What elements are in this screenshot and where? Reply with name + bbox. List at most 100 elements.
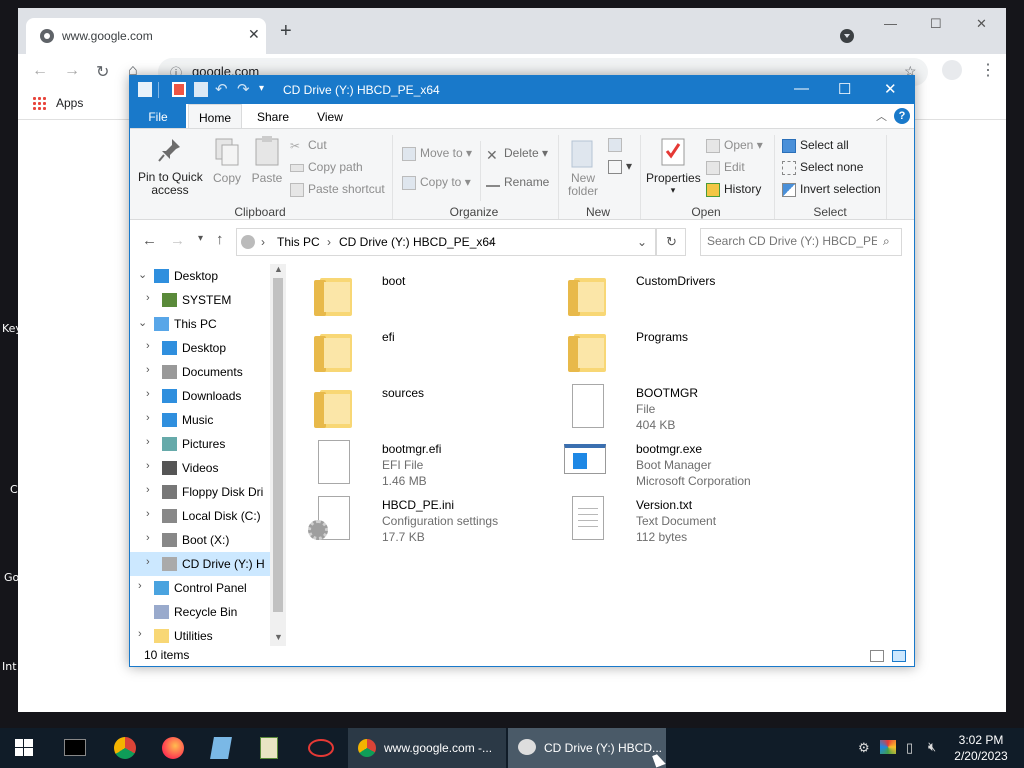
up-icon[interactable]: ↑	[216, 231, 224, 248]
chrome-taskbar-button[interactable]	[100, 728, 148, 768]
desktop-icon-label[interactable]: Go	[4, 571, 19, 584]
explorer-window-task[interactable]: CD Drive (Y:) HBCD...	[508, 728, 666, 768]
chevron-right-icon[interactable]: ›	[146, 532, 150, 544]
chevron-right-icon[interactable]: ›	[146, 292, 150, 304]
edit-button[interactable]: Edit	[706, 160, 745, 175]
file-item[interactable]: efi	[310, 328, 560, 380]
chevron-right-icon[interactable]: ›	[146, 388, 150, 400]
file-item[interactable]: HBCD_PE.ini Configuration settings 17.7 KB	[308, 496, 560, 548]
search-input[interactable]	[707, 234, 877, 248]
select-none-button[interactable]: Select none	[782, 160, 863, 175]
maximize-icon[interactable]: ☐	[930, 16, 942, 32]
breadcrumb-separator[interactable]: ›	[489, 235, 493, 249]
paste-button[interactable]: Paste	[250, 171, 284, 185]
breadcrumb-separator[interactable]: ›	[261, 235, 265, 249]
forward-icon[interactable]: →	[170, 232, 185, 249]
properties-qat-icon[interactable]	[172, 82, 186, 97]
battery-icon[interactable]: ▯	[906, 740, 913, 756]
chrome-tab[interactable]: www.google.com ✕	[26, 18, 266, 54]
chevron-right-icon[interactable]: ›	[146, 436, 150, 448]
nav-tree-item[interactable]: › Music	[130, 408, 270, 432]
history-button[interactable]: History	[706, 182, 761, 197]
file-item[interactable]: bootmgr.exe Boot Manager Microsoft Corpora…	[564, 440, 814, 492]
rename-button[interactable]: Rename	[486, 175, 549, 189]
firefox-taskbar-button[interactable]	[148, 728, 196, 768]
tab-view[interactable]: View	[306, 104, 354, 128]
chevron-right-icon[interactable]: ›	[146, 412, 150, 424]
minimize-icon[interactable]: —	[884, 16, 897, 31]
minimize-icon[interactable]: —	[794, 80, 809, 97]
chevron-right-icon[interactable]: ›	[146, 556, 150, 568]
breadcrumb-this-pc[interactable]: This PC	[277, 235, 320, 249]
chrome-window-task[interactable]: www.google.com -...	[348, 728, 506, 768]
file-item[interactable]: Programs	[564, 328, 814, 380]
recent-locations-icon[interactable]: ▾	[198, 233, 203, 244]
nav-tree-item[interactable]: ⌄ This PC	[130, 312, 270, 336]
nav-scrollbar[interactable]: ▲ ▼	[270, 264, 286, 646]
file-item[interactable]: sources	[310, 384, 560, 436]
cut-button[interactable]: ✂ Cut	[290, 138, 327, 153]
tab-search-icon[interactable]	[840, 29, 854, 43]
apps-bookmark[interactable]: Apps	[56, 96, 83, 110]
chevron-down-icon[interactable]: ⌄	[138, 268, 147, 281]
chevron-right-icon[interactable]: ›	[146, 340, 150, 352]
copy-button[interactable]: Copy	[210, 171, 244, 185]
nav-tree-item[interactable]: › Control Panel	[130, 576, 270, 600]
back-icon[interactable]: ←	[142, 232, 157, 249]
forward-icon[interactable]: →	[64, 62, 80, 80]
large-icons-view-icon[interactable]	[892, 650, 906, 662]
file-item[interactable]: BOOTMGR File 404 KB	[564, 384, 814, 436]
chevron-right-icon[interactable]: ›	[138, 580, 142, 592]
nav-tree-item[interactable]: › Local Disk (C:)	[130, 504, 270, 528]
reload-icon[interactable]: ↻	[96, 62, 109, 82]
open-button[interactable]: Open ▾	[706, 138, 763, 153]
close-icon[interactable]: ✕	[884, 80, 897, 98]
chevron-right-icon[interactable]: ›	[146, 484, 150, 496]
tab-share[interactable]: Share	[248, 104, 298, 128]
chevron-right-icon[interactable]: ›	[146, 460, 150, 472]
nav-tree-item[interactable]: › CD Drive (Y:) H	[130, 552, 270, 576]
cmd-taskbar-button[interactable]	[50, 728, 98, 768]
nav-tree-item[interactable]: › Pictures	[130, 432, 270, 456]
menu-icon[interactable]: ⋮	[980, 60, 996, 80]
paste-shortcut-button[interactable]: Paste shortcut	[290, 182, 385, 197]
chevron-right-icon[interactable]: ›	[146, 508, 150, 520]
network-icon[interactable]: ⚙	[858, 740, 870, 756]
nav-tree-item[interactable]: › Desktop	[130, 336, 270, 360]
new-folder-button[interactable]: New folder	[564, 172, 602, 198]
nav-tree-item[interactable]: › Downloads	[130, 384, 270, 408]
start-button[interactable]	[0, 728, 48, 768]
tab-file[interactable]: File	[130, 104, 186, 128]
nav-tree-item[interactable]: › Boot (X:)	[130, 528, 270, 552]
move-to-button[interactable]: Move to ▾	[402, 146, 472, 161]
pin-to-quick-access-button[interactable]: Pin to Quick access	[138, 171, 203, 197]
file-item[interactable]: bootmgr.efi EFI File 1.46 MB	[310, 440, 560, 492]
nav-tree-item[interactable]: ⌄ Desktop	[130, 264, 270, 288]
file-item[interactable]: boot	[310, 272, 560, 324]
desktop-icon-label[interactable]: Int	[2, 660, 17, 673]
nav-tree-item[interactable]: › Documents	[130, 360, 270, 384]
chevron-right-icon[interactable]: ›	[146, 364, 150, 376]
close-tab-icon[interactable]: ✕	[248, 26, 260, 43]
clock[interactable]: 3:02 PM 2/20/2023	[952, 732, 1010, 764]
file-item[interactable]: CustomDrivers	[564, 272, 814, 324]
chevron-down-icon[interactable]: ⌄	[637, 235, 647, 249]
refresh-button[interactable]: ↻	[656, 228, 686, 256]
new-tab-icon[interactable]: +	[280, 21, 292, 41]
details-view-icon[interactable]	[870, 650, 884, 662]
new-folder-qat-icon[interactable]	[194, 82, 208, 97]
nav-scrollbar-thumb[interactable]	[273, 278, 283, 612]
easy-access-button[interactable]: ▾	[608, 159, 632, 174]
apps-icon[interactable]	[32, 96, 46, 110]
back-icon[interactable]: ←	[32, 62, 48, 80]
delete-button[interactable]: ✕ Delete ▾	[486, 146, 548, 163]
copy-to-button[interactable]: Copy to ▾	[402, 175, 471, 190]
invert-selection-button[interactable]: Invert selection	[782, 182, 881, 197]
chevron-right-icon[interactable]: ›	[138, 628, 142, 640]
nav-tree-item[interactable]: › Utilities	[130, 624, 270, 646]
volume-muted-icon[interactable]: 🔇︎	[928, 739, 936, 755]
properties-button[interactable]: Properties ▾	[646, 171, 701, 196]
chevron-down-icon[interactable]: ⌄	[138, 316, 147, 329]
nav-tree-item[interactable]: Recycle Bin	[130, 600, 270, 624]
desktop-icon-label[interactable]: C	[10, 483, 18, 496]
